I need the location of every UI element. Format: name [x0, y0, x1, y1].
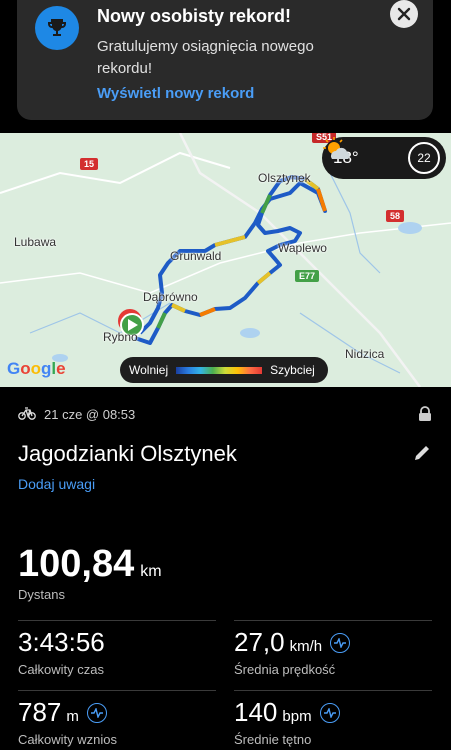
- wind-speed: 22: [408, 142, 440, 174]
- google-logo: Google: [7, 359, 66, 378]
- bicycle-icon: [18, 406, 36, 423]
- activity-date: 21 cze @ 08:53: [44, 407, 136, 422]
- pulse-chart-icon[interactable]: [319, 702, 340, 723]
- avg-speed-stat[interactable]: 27,0 km/h Średnia prędkość: [234, 627, 351, 677]
- map-label-waplewo: Waplewo: [278, 241, 327, 255]
- legend-slow-label: Wolniej: [129, 363, 169, 377]
- avg-speed-value: 27,0: [234, 627, 285, 657]
- map-label-lubawa: Lubawa: [14, 235, 57, 249]
- total-time-stat: 3:43:56 Całkowity czas: [18, 627, 105, 677]
- activity-name: Jagodzianki Olsztynek: [18, 441, 237, 466]
- road-badge-15: 15: [80, 158, 99, 170]
- total-time-label: Całkowity czas: [18, 662, 104, 677]
- legend-fast-label: Szybciej: [270, 363, 315, 377]
- divider: [18, 690, 216, 691]
- map-label-dabrowno: Dąbrówno: [143, 290, 198, 304]
- distance-value: 100,84: [18, 543, 135, 585]
- divider: [234, 690, 432, 691]
- total-time-value: 3:43:56: [18, 627, 105, 657]
- distance-stat: 100,84 km: [18, 543, 162, 586]
- close-icon[interactable]: [390, 0, 418, 28]
- edit-icon[interactable]: [412, 443, 432, 468]
- road-badge-e77: E77: [295, 270, 320, 282]
- activity-meta: 21 cze @ 08:53: [18, 406, 135, 423]
- map-label-olsztynek: Olsztynek: [258, 171, 311, 185]
- record-notification[interactable]: Nowy osobisty rekord! Gratulujemy osiągn…: [17, 0, 433, 120]
- speed-legend: Wolniej Szybciej: [120, 357, 328, 383]
- road-badge-58: 58: [386, 210, 405, 222]
- map-label-rybno: Rybno: [103, 330, 138, 344]
- notification-title: Nowy osobisty rekord!: [97, 6, 292, 26]
- map-label-nidzica: Nidzica: [345, 347, 385, 361]
- trophy-icon: [35, 6, 79, 50]
- pulse-chart-icon[interactable]: [86, 702, 107, 723]
- lock-icon[interactable]: [418, 406, 432, 427]
- divider: [234, 620, 432, 621]
- weather-widget[interactable]: 18° 22: [322, 137, 446, 179]
- avg-hr-unit: bpm: [282, 708, 312, 725]
- pulse-chart-icon[interactable]: [330, 632, 351, 653]
- elevation-stat[interactable]: 787 m Całkowity wznios: [18, 697, 117, 747]
- route-map[interactable]: 15 S51 58 E77 Olsztynek Lubawa Grunwald …: [0, 133, 451, 387]
- distance-unit: km: [140, 563, 162, 580]
- avg-hr-value: 140: [234, 697, 278, 727]
- avg-speed-label: Średnia prędkość: [234, 662, 336, 677]
- avg-speed-unit: km/h: [289, 638, 323, 655]
- elevation-value: 787: [18, 697, 62, 727]
- notification-body: Gratulujemy osiągnięcia nowego rekordu!: [97, 38, 314, 77]
- avg-hr-label: Średnie tętno: [234, 732, 312, 747]
- avg-heart-rate-stat[interactable]: 140 bpm Średnie tętno: [234, 697, 340, 747]
- elevation-unit: m: [66, 708, 79, 725]
- elevation-label: Całkowity wznios: [18, 732, 117, 747]
- map-label-grunwald: Grunwald: [170, 249, 222, 263]
- view-record-link[interactable]: Wyświetl nowy rekord: [97, 85, 254, 102]
- divider: [18, 620, 216, 621]
- add-notes-link[interactable]: Dodaj uwagi: [18, 476, 95, 492]
- speed-gradient-bar: [176, 366, 263, 374]
- distance-label: Dystans: [18, 587, 65, 602]
